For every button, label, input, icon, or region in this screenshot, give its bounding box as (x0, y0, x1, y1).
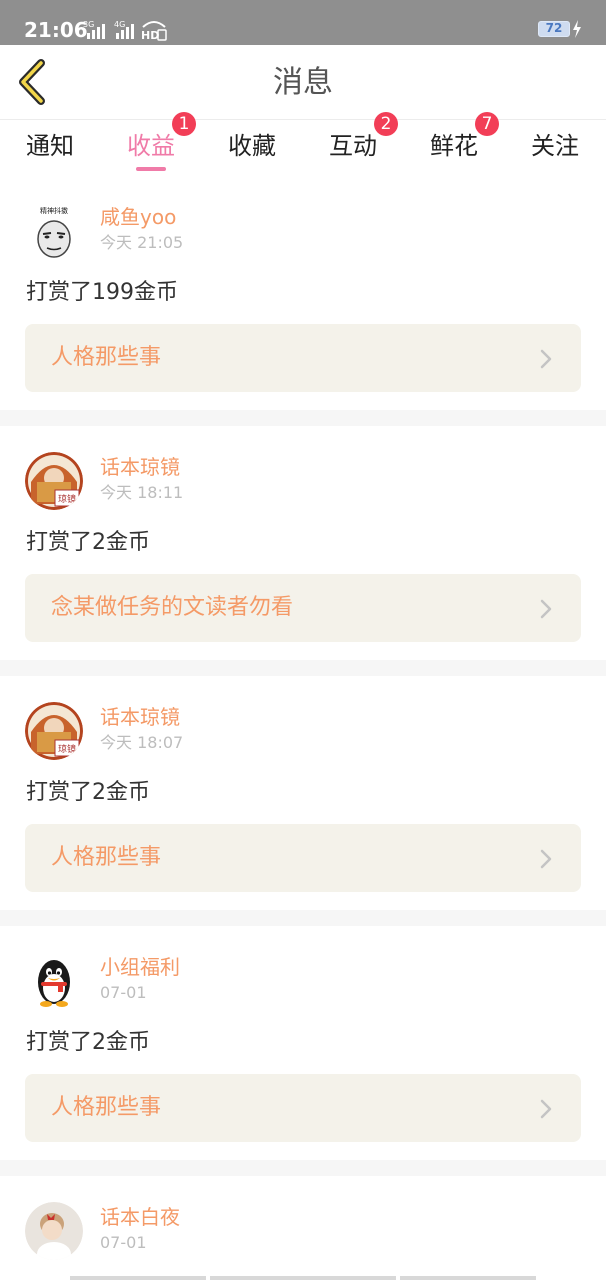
bottom-tab-hint (400, 1276, 536, 1280)
avatar-caption: 精神抖擞 (40, 206, 68, 215)
header: 消息 (0, 45, 606, 120)
referenced-work-title: 念某做任务的文读者勿看 (51, 595, 294, 620)
signal-icon: 3G (83, 20, 105, 39)
feed-card: 小组福利 07-01 打赏了2金币 人格那些事 (0, 926, 606, 1160)
referenced-work-title: 人格那些事 (51, 345, 162, 370)
illustrated-avatar[interactable]: 琼镜 (25, 702, 83, 760)
illustrated-avatar[interactable]: 琼镜 (25, 452, 83, 510)
chevron-right-icon (540, 349, 552, 369)
network-1-label: 3G (83, 20, 94, 29)
action-text: 打赏了2金币 (26, 780, 150, 805)
divider (0, 910, 606, 926)
battery-indicator: 72 (538, 21, 570, 37)
chevron-right-icon (540, 1099, 552, 1119)
action-text: 打赏了2金币 (26, 1030, 150, 1055)
status-bar: 21:06 3G 4G HD 72 (0, 0, 606, 45)
username[interactable]: 咸鱼yoo (100, 204, 176, 230)
page-title: 消息 (273, 65, 333, 100)
timestamp: 今天 18:11 (100, 483, 184, 502)
action-text: 打赏了2金币 (26, 530, 150, 555)
referenced-work-title: 人格那些事 (51, 1095, 162, 1120)
tab-badge-earnings: 1 (172, 112, 196, 136)
referenced-work-link[interactable]: 人格那些事 (25, 324, 581, 392)
timestamp: 今天 18:07 (100, 733, 184, 752)
username[interactable]: 话本白夜 (100, 1204, 180, 1230)
hd-icon: HD (141, 21, 167, 41)
hd-label: HD (141, 29, 159, 41)
photo-avatar[interactable] (25, 1202, 83, 1260)
divider (0, 660, 606, 676)
chevron-right-icon (540, 599, 552, 619)
tab-bar: 通知 收益 收藏 互动 鲜花 关注 1 2 7 (0, 112, 606, 180)
divider (0, 1160, 606, 1176)
network-2-label: 4G (114, 20, 125, 29)
tab-notifications[interactable]: 通知 (0, 130, 100, 162)
username[interactable]: 小组福利 (100, 954, 180, 980)
tab-badge-interactions: 2 (374, 112, 398, 136)
feed-card: 话本白夜 07-01 (0, 1176, 606, 1280)
meme-face-avatar[interactable]: 精神抖擞 (25, 202, 83, 260)
status-time: 21:06 (24, 18, 88, 42)
charging-icon (573, 20, 581, 38)
divider (0, 410, 606, 426)
timestamp: 07-01 (100, 1233, 147, 1252)
bottom-tab-hint (70, 1276, 206, 1280)
username[interactable]: 话本琼镜 (100, 454, 180, 480)
referenced-work-link[interactable]: 人格那些事 (25, 824, 581, 892)
feed-card: 琼镜 话本琼镜 今天 18:07 打赏了2金币 人格那些事 (0, 676, 606, 910)
referenced-work-link[interactable]: 念某做任务的文读者勿看 (25, 574, 581, 642)
tab-favorites[interactable]: 收藏 (202, 130, 302, 162)
action-text: 打赏了199金币 (26, 280, 178, 305)
referenced-work-link[interactable]: 人格那些事 (25, 1074, 581, 1142)
username[interactable]: 话本琼镜 (100, 704, 180, 730)
tab-follows[interactable]: 关注 (505, 130, 605, 162)
avatar-badge: 琼镜 (58, 493, 76, 505)
chevron-right-icon (540, 849, 552, 869)
signal-icon: 4G (114, 20, 134, 39)
referenced-work-title: 人格那些事 (51, 845, 162, 870)
timestamp: 07-01 (100, 983, 147, 1002)
active-tab-indicator (136, 167, 166, 171)
timestamp: 今天 21:05 (100, 233, 184, 252)
feed-card: 精神抖擞 咸鱼yoo 今天 21:05 打赏了199金币 人格那些事 (0, 176, 606, 410)
feed-card: 琼镜 话本琼镜 今天 18:11 打赏了2金币 念某做任务的文读者勿看 (0, 426, 606, 660)
tab-badge-flowers: 7 (475, 112, 499, 136)
penguin-avatar[interactable] (25, 952, 83, 1010)
avatar-badge: 琼镜 (58, 743, 76, 755)
bottom-tab-hint (210, 1276, 396, 1280)
